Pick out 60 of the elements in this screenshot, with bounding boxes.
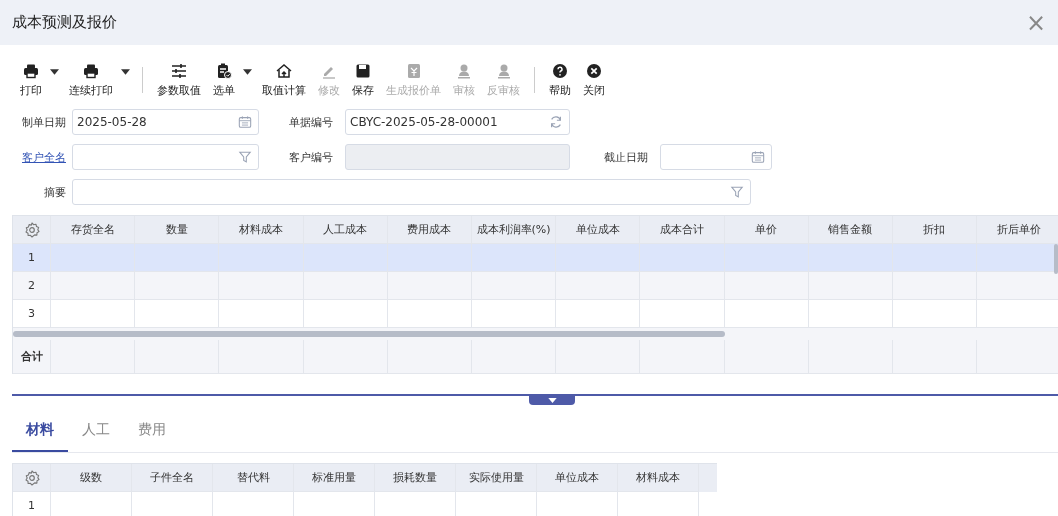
person-icon [495, 62, 512, 79]
toolbar-button[interactable]: 取值计算 [256, 62, 312, 98]
tab[interactable]: 材料 [12, 410, 68, 452]
toolbar-button[interactable]: 帮助 [543, 62, 577, 98]
tab[interactable]: 人工 [68, 410, 124, 452]
filter-icon[interactable] [238, 150, 252, 164]
total-label: 合计 [13, 340, 51, 374]
settings-icon[interactable] [23, 469, 40, 486]
table-row[interactable]: 2 [13, 272, 1058, 300]
column-header[interactable]: 级数 [51, 464, 132, 492]
collapse-handle[interactable] [529, 396, 575, 405]
calendar-icon[interactable] [238, 115, 252, 129]
input-field[interactable] [72, 144, 259, 170]
scrollbar-thumb[interactable] [13, 331, 725, 337]
caret-icon [547, 398, 557, 403]
input-field[interactable] [72, 179, 751, 205]
scrollbar-thumb[interactable] [1054, 244, 1058, 274]
input-field[interactable]: CBYC-2025-05-28-00001 [345, 109, 570, 135]
settings-icon[interactable] [23, 221, 40, 238]
caret-icon[interactable] [121, 68, 130, 75]
floppy-icon [355, 62, 371, 79]
field-label: 单据编号 [288, 114, 333, 130]
toolbar-button[interactable]: 连续打印 [63, 62, 119, 98]
caret-icon[interactable] [50, 68, 59, 75]
close-icon [586, 62, 602, 79]
toolbar-button[interactable]: 打印 [14, 62, 48, 98]
person-icon [456, 62, 472, 79]
help-icon [552, 62, 568, 79]
toolbar-button[interactable]: 关闭 [577, 62, 611, 98]
calendar-icon[interactable] [751, 150, 765, 164]
column-header[interactable]: 单位成本 [537, 464, 618, 492]
toolbar-button[interactable]: 参数取值 [151, 62, 207, 98]
row-number: 2 [13, 272, 51, 300]
tab[interactable]: 费用 [124, 410, 180, 452]
printer-icon [83, 62, 99, 79]
date-field[interactable]: 2025-05-28 [72, 109, 259, 135]
column-header[interactable]: 标准用量 [294, 464, 375, 492]
field-label: 摘要 [43, 184, 66, 200]
house-icon [276, 62, 292, 79]
refresh-icon[interactable] [549, 115, 563, 129]
clipboard-icon [216, 62, 232, 79]
field-label: 客户编号 [288, 149, 333, 165]
column-header[interactable]: 替代料 [213, 464, 294, 492]
toolbar-button[interactable]: 保存 [346, 62, 380, 98]
window-title: 成本预测及报价 [12, 13, 117, 32]
caret-icon[interactable] [243, 68, 252, 75]
date-field[interactable] [660, 144, 772, 170]
field-label: 制单日期 [21, 114, 66, 130]
column-header[interactable]: 子件全名 [132, 464, 213, 492]
row-number: 1 [13, 492, 51, 516]
column-header[interactable]: 损耗数量 [375, 464, 456, 492]
toolbar-button[interactable]: 选单 [207, 62, 241, 98]
filter-icon[interactable] [730, 185, 744, 199]
column-header[interactable]: 材料成本 [618, 464, 699, 492]
customer-link[interactable]: 客户全名 [12, 149, 66, 165]
doc-icon [405, 62, 422, 79]
field-label: 截止日期 [603, 149, 648, 165]
printer-icon [23, 62, 39, 79]
column-header[interactable]: 实际使用量 [456, 464, 537, 492]
sliders-icon [171, 62, 187, 79]
